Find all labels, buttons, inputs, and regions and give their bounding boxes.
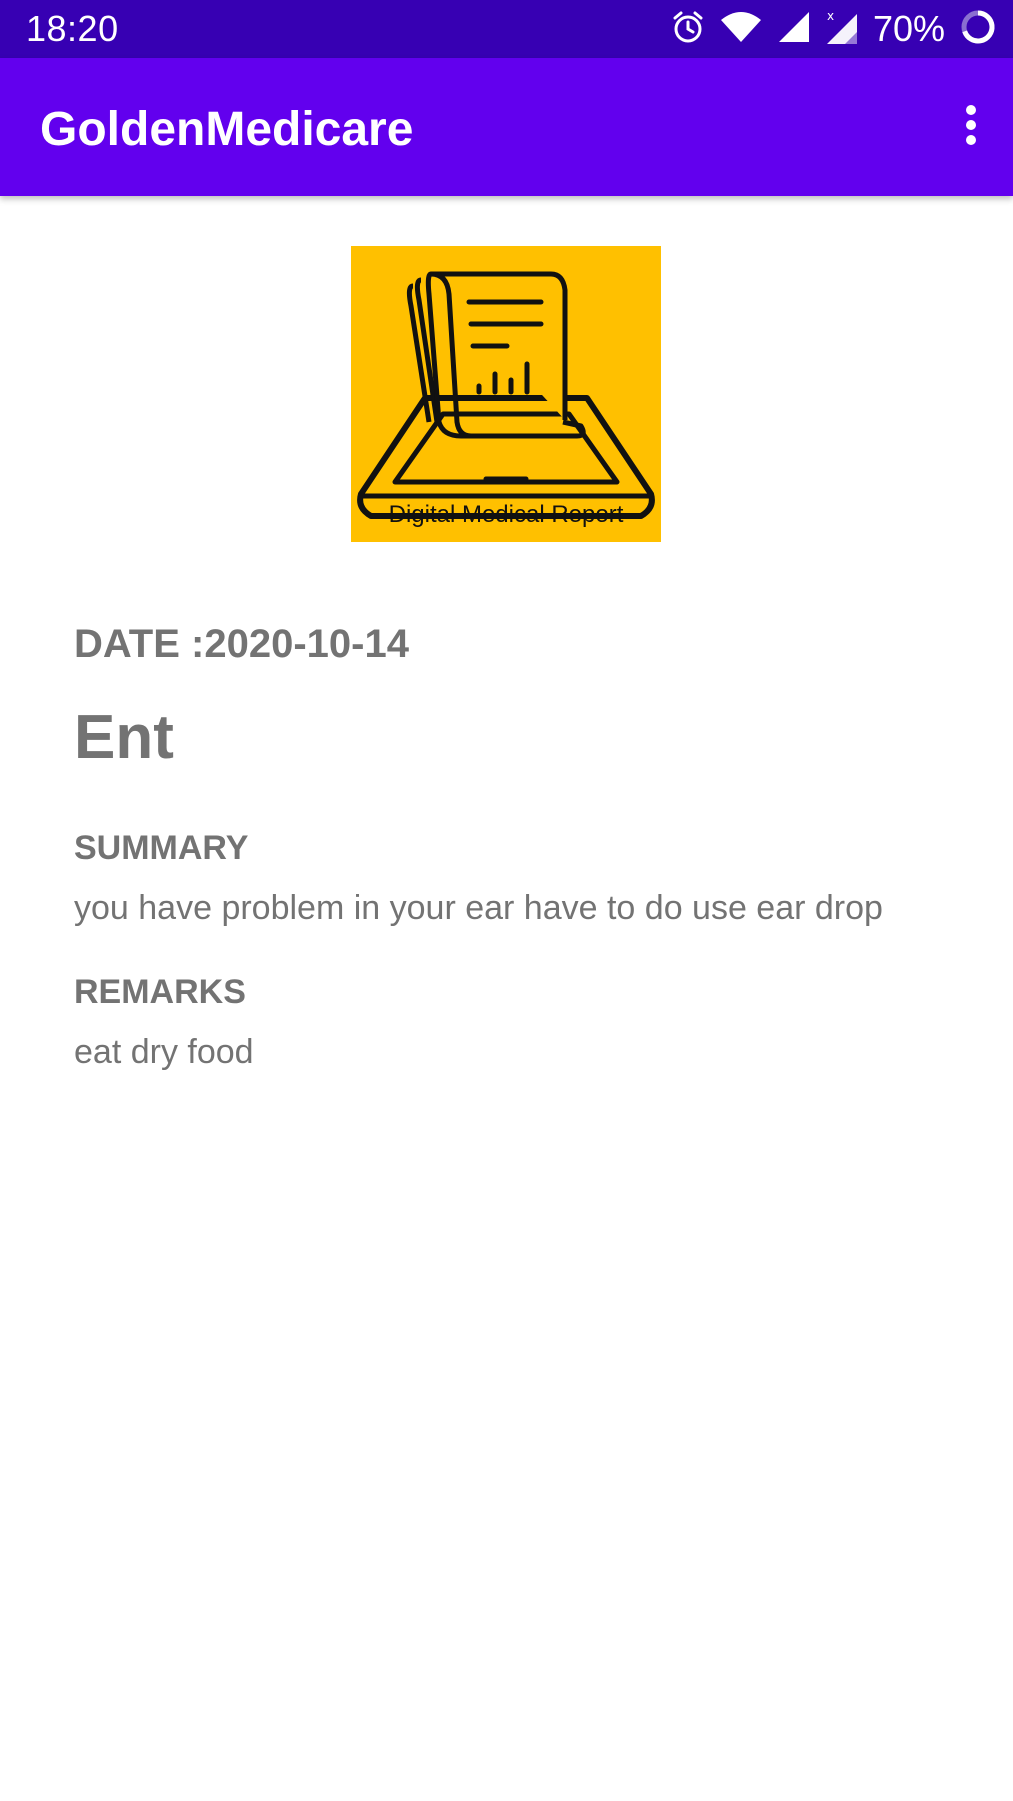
status-icons: x 70% bbox=[671, 8, 997, 50]
battery-percent: 70% bbox=[872, 8, 945, 49]
report-image-caption: Digital Medical Report bbox=[389, 501, 624, 528]
digital-medical-report-image: Digital Medical Report bbox=[351, 246, 661, 542]
signal-no-data-icon: x bbox=[825, 8, 859, 51]
date-label: DATE : bbox=[74, 622, 205, 666]
alarm-icon bbox=[671, 10, 705, 49]
wifi-icon bbox=[719, 10, 763, 49]
svg-text:x: x bbox=[827, 9, 834, 23]
app-title: GoldenMedicare bbox=[40, 103, 414, 156]
remarks-text: eat dry food bbox=[74, 1033, 254, 1071]
signal-icon bbox=[777, 10, 811, 49]
battery-ring-icon bbox=[959, 8, 997, 51]
summary-label: SUMMARY bbox=[74, 829, 249, 867]
report-date: DATE :2020-10-14 bbox=[74, 620, 409, 668]
report-illustration: Digital Medical Report bbox=[357, 271, 655, 528]
overflow-menu-button[interactable] bbox=[949, 99, 993, 155]
summary-text: you have problem in your ear have to do … bbox=[74, 889, 883, 927]
more-vert-icon bbox=[964, 104, 978, 151]
date-value: 2020-10-14 bbox=[204, 622, 409, 666]
remarks-label: REMARKS bbox=[74, 973, 246, 1011]
app-bar: GoldenMedicare bbox=[0, 58, 1013, 196]
status-bar: 18:20 x 70% bbox=[0, 0, 1013, 58]
department-title: Ent bbox=[74, 703, 174, 772]
status-time: 18:20 bbox=[26, 8, 119, 49]
